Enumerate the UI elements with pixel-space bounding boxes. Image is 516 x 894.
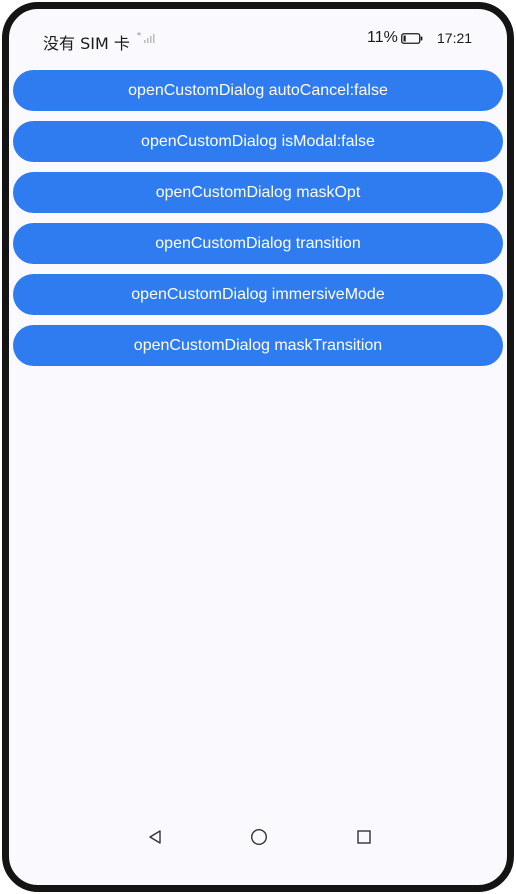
back-icon[interactable]	[147, 829, 163, 845]
svg-text:*: *	[137, 31, 141, 40]
is-modal-false-button[interactable]: openCustomDialog isModal:false	[13, 121, 503, 162]
recent-apps-icon[interactable]	[356, 829, 372, 845]
navigation-bar	[9, 815, 507, 885]
status-bar: 没有 SIM 卡 * 11% 17:21	[9, 9, 507, 61]
carrier-label: 没有 SIM 卡	[43, 34, 130, 53]
battery-percent: 11%	[367, 29, 398, 46]
no-signal-icon: *	[137, 31, 155, 43]
auto-cancel-false-button[interactable]: openCustomDialog autoCancel:false	[13, 70, 503, 111]
immersive-mode-button[interactable]: openCustomDialog immersiveMode	[13, 274, 503, 315]
device-frame: 没有 SIM 卡 * 11% 17:21 openCustomDialog au…	[2, 2, 514, 892]
home-icon[interactable]	[250, 828, 268, 846]
transition-button[interactable]: openCustomDialog transition	[13, 223, 503, 264]
clock: 17:21	[437, 30, 473, 46]
mask-opt-button[interactable]: openCustomDialog maskOpt	[13, 172, 503, 213]
mask-transition-button[interactable]: openCustomDialog maskTransition	[13, 325, 503, 366]
button-list: openCustomDialog autoCancel:false openCu…	[13, 70, 503, 376]
battery-icon	[401, 33, 423, 44]
